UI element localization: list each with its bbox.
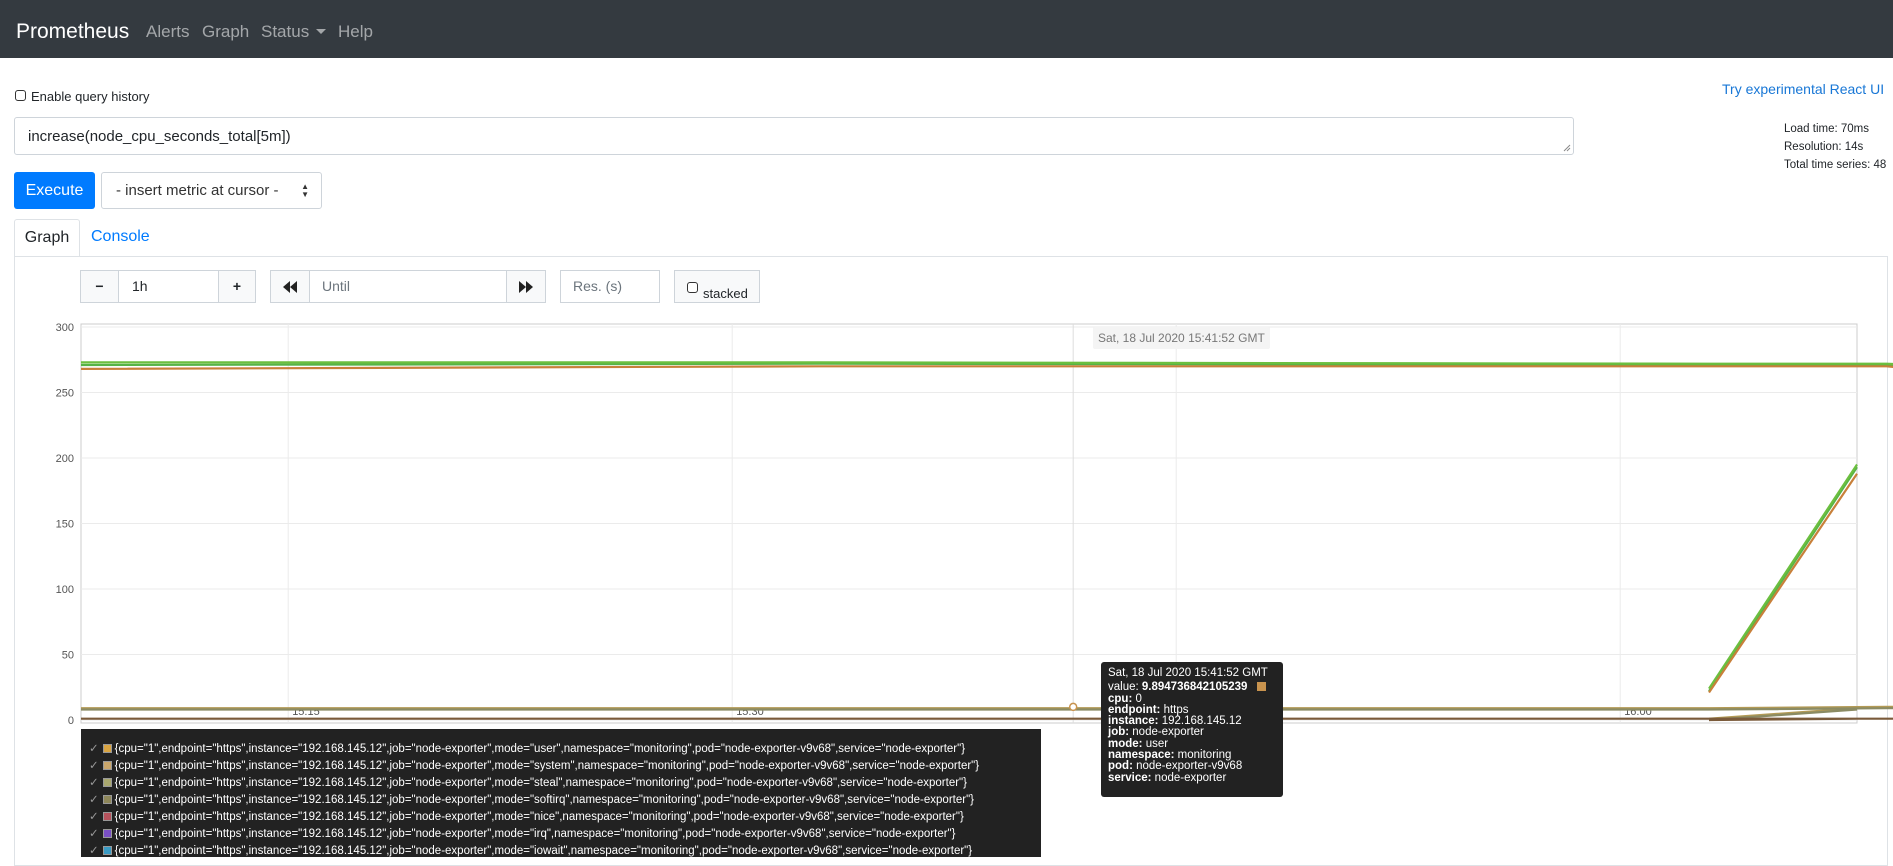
legend-swatch xyxy=(102,812,112,821)
execute-button[interactable]: Execute xyxy=(14,172,95,209)
hover-tooltip: Sat, 18 Jul 2020 15:41:52 GMT value: 9.8… xyxy=(1101,662,1283,797)
stacked-checkbox xyxy=(687,282,698,293)
nav-status[interactable]: Status xyxy=(261,22,327,42)
tooltip-label-value: https xyxy=(1160,703,1189,716)
expression-text: increase(node_cpu_seconds_total[5m]) xyxy=(28,128,291,145)
tooltip-label-value: node-exporter-v9v68 xyxy=(1132,760,1243,773)
tooltip-value: 9.894736842105239 xyxy=(1141,681,1248,694)
tab-console[interactable]: Console xyxy=(91,228,150,246)
time-back-button[interactable] xyxy=(270,270,310,303)
until-input[interactable]: Until xyxy=(309,270,507,303)
legend-label: {cpu="1",endpoint="https",instance="192.… xyxy=(114,777,967,789)
legend-swatch xyxy=(102,846,112,855)
nav-help[interactable]: Help xyxy=(338,22,373,42)
range-value: 1h xyxy=(132,278,148,294)
query-history-label: Enable query history xyxy=(31,89,150,104)
legend-label: {cpu="1",endpoint="https",instance="192.… xyxy=(114,794,975,806)
legend-label: {cpu="1",endpoint="https",instance="192.… xyxy=(114,828,956,840)
tooltip-time: Sat, 18 Jul 2020 15:41:52 GMT xyxy=(1108,667,1268,679)
until-placeholder: Until xyxy=(322,278,351,294)
legend-item[interactable]: ✓ {cpu="1",endpoint="https",instance="192… xyxy=(89,775,967,792)
tooltip-label-key: cpu: xyxy=(1108,692,1133,705)
series-legend: ✓ {cpu="1",endpoint="https",instance="192… xyxy=(81,729,1041,857)
check-icon: ✓ xyxy=(89,845,99,857)
legend-item[interactable]: ✓ {cpu="1",endpoint="https",instance="192… xyxy=(89,826,955,843)
fast-forward-icon xyxy=(519,281,533,293)
resize-grip-icon[interactable] xyxy=(1563,144,1571,152)
rewind-icon xyxy=(283,281,297,293)
total-series: Total time series: 48 xyxy=(1784,159,1887,171)
check-icon: ✓ xyxy=(89,760,99,772)
stacked-toggle[interactable]: stacked xyxy=(674,270,760,303)
legend-swatch xyxy=(102,778,112,787)
legend-swatch xyxy=(102,795,112,804)
tooltip-label-key: namespace: xyxy=(1108,749,1175,762)
legend-label: {cpu="1",endpoint="https",instance="192.… xyxy=(114,743,966,755)
top-navbar: Prometheus Alerts Graph Status Help xyxy=(0,0,1893,58)
check-icon: ✓ xyxy=(89,794,99,806)
tooltip-value-label: value: xyxy=(1108,681,1139,694)
range-increase-button[interactable]: + xyxy=(218,270,256,303)
tooltip-label-value: 192.168.145.12 xyxy=(1158,715,1242,728)
legend-swatch xyxy=(102,829,112,838)
tooltip-label-value: node-exporter xyxy=(1129,726,1204,739)
tooltip-label-key: instance: xyxy=(1108,715,1159,728)
legend-label: {cpu="1",endpoint="https",instance="192.… xyxy=(114,760,980,772)
resolution-input[interactable]: Res. (s) xyxy=(560,270,660,303)
tooltip-label-value: node-exporter xyxy=(1151,771,1227,784)
chevron-down-icon xyxy=(316,29,327,34)
legend-label: {cpu="1",endpoint="https",instance="192.… xyxy=(114,845,973,857)
time-forward-button[interactable] xyxy=(506,270,546,303)
legend-swatch xyxy=(102,744,112,753)
tooltip-label-key: job: xyxy=(1108,726,1130,739)
check-icon: ✓ xyxy=(89,828,99,840)
legend-item[interactable]: ✓ {cpu="1",endpoint="https",instance="192… xyxy=(89,843,972,857)
brand-link[interactable]: Prometheus xyxy=(16,20,129,44)
tooltip-label-key: endpoint: xyxy=(1108,703,1161,716)
legend-label: {cpu="1",endpoint="https",instance="192.… xyxy=(114,811,964,823)
tooltip-label-key: mode: xyxy=(1108,737,1143,750)
react-ui-link[interactable]: Try experimental React UI xyxy=(1722,81,1884,97)
nav-alerts[interactable]: Alerts xyxy=(146,22,189,42)
tooltip-label-value: user xyxy=(1142,737,1169,750)
select-arrows-icon: ▲ ▼ xyxy=(301,182,309,199)
legend-item[interactable]: ✓ {cpu="1",endpoint="https",instance="192… xyxy=(89,741,965,758)
tooltip-label-key: pod: xyxy=(1108,760,1133,773)
nav-status-label: Status xyxy=(261,22,310,41)
tooltip-labels: cpu: 0 endpoint: https instance: 192.168.1… xyxy=(1108,692,1276,784)
tooltip-label-value: monitoring xyxy=(1174,749,1232,762)
range-decrease-button[interactable]: − xyxy=(80,270,119,303)
legend-item[interactable]: ✓ {cpu="1",endpoint="https",instance="192… xyxy=(89,809,964,826)
metric-select[interactable]: - insert metric at cursor - ▲ ▼ xyxy=(101,172,322,209)
check-icon: ✓ xyxy=(89,743,99,755)
tooltip-label-key: service: xyxy=(1108,771,1152,784)
legend-swatch xyxy=(102,761,112,770)
tooltip-label-row: service: node-exporter xyxy=(1108,771,1276,784)
check-icon: ✓ xyxy=(89,777,99,789)
resolution: Resolution: 14s xyxy=(1784,141,1864,153)
query-stats: Load time: 70ms Resolution: 14s Total ti… xyxy=(1784,120,1886,174)
legend-item[interactable]: ✓ {cpu="1",endpoint="https",instance="192… xyxy=(89,792,974,809)
stacked-label: stacked xyxy=(703,286,748,301)
tooltip-swatch xyxy=(1256,682,1266,692)
tooltip-label-value: 0 xyxy=(1132,692,1142,705)
resolution-placeholder: Res. (s) xyxy=(573,278,622,294)
legend-item[interactable]: ✓ {cpu="1",endpoint="https",instance="192… xyxy=(89,758,979,775)
query-history-checkbox[interactable] xyxy=(15,90,26,101)
metric-select-value: - insert metric at cursor - xyxy=(116,182,279,199)
tab-graph[interactable]: Graph xyxy=(14,219,80,257)
nav-graph[interactable]: Graph xyxy=(202,22,249,42)
range-input[interactable]: 1h xyxy=(118,270,219,303)
expression-input[interactable]: increase(node_cpu_seconds_total[5m]) xyxy=(14,117,1574,155)
hover-time-label: Sat, 18 Jul 2020 15:41:52 GMT xyxy=(1093,327,1270,349)
check-icon: ✓ xyxy=(89,811,99,823)
load-time: Load time: 70ms xyxy=(1784,123,1870,135)
